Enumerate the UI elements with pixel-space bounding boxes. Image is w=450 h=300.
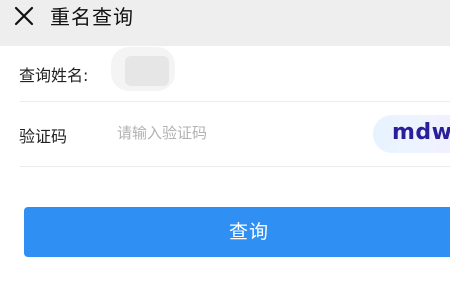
captcha-image[interactable]: mdw [373,115,450,153]
blurred-name-block [125,56,169,86]
captcha-row: 验证码 mdw [0,102,450,166]
query-button-label: 查询 [229,221,270,243]
page: 重名查询 查询姓名: 验证码 mdw 查询 [0,0,450,300]
page-title: 重名查询 [50,5,134,29]
captcha-code-text: mdw [392,120,450,145]
captcha-label: 验证码 [19,127,68,146]
query-button[interactable]: 查询 [24,207,450,257]
close-icon [14,6,34,26]
captcha-input[interactable] [117,122,357,144]
name-label: 查询姓名: [19,66,89,85]
close-button[interactable] [12,4,38,30]
top-bar: 重名查询 [0,0,450,46]
blurred-name-value [111,47,175,91]
divider [20,166,450,167]
name-row: 查询姓名: [0,46,450,102]
